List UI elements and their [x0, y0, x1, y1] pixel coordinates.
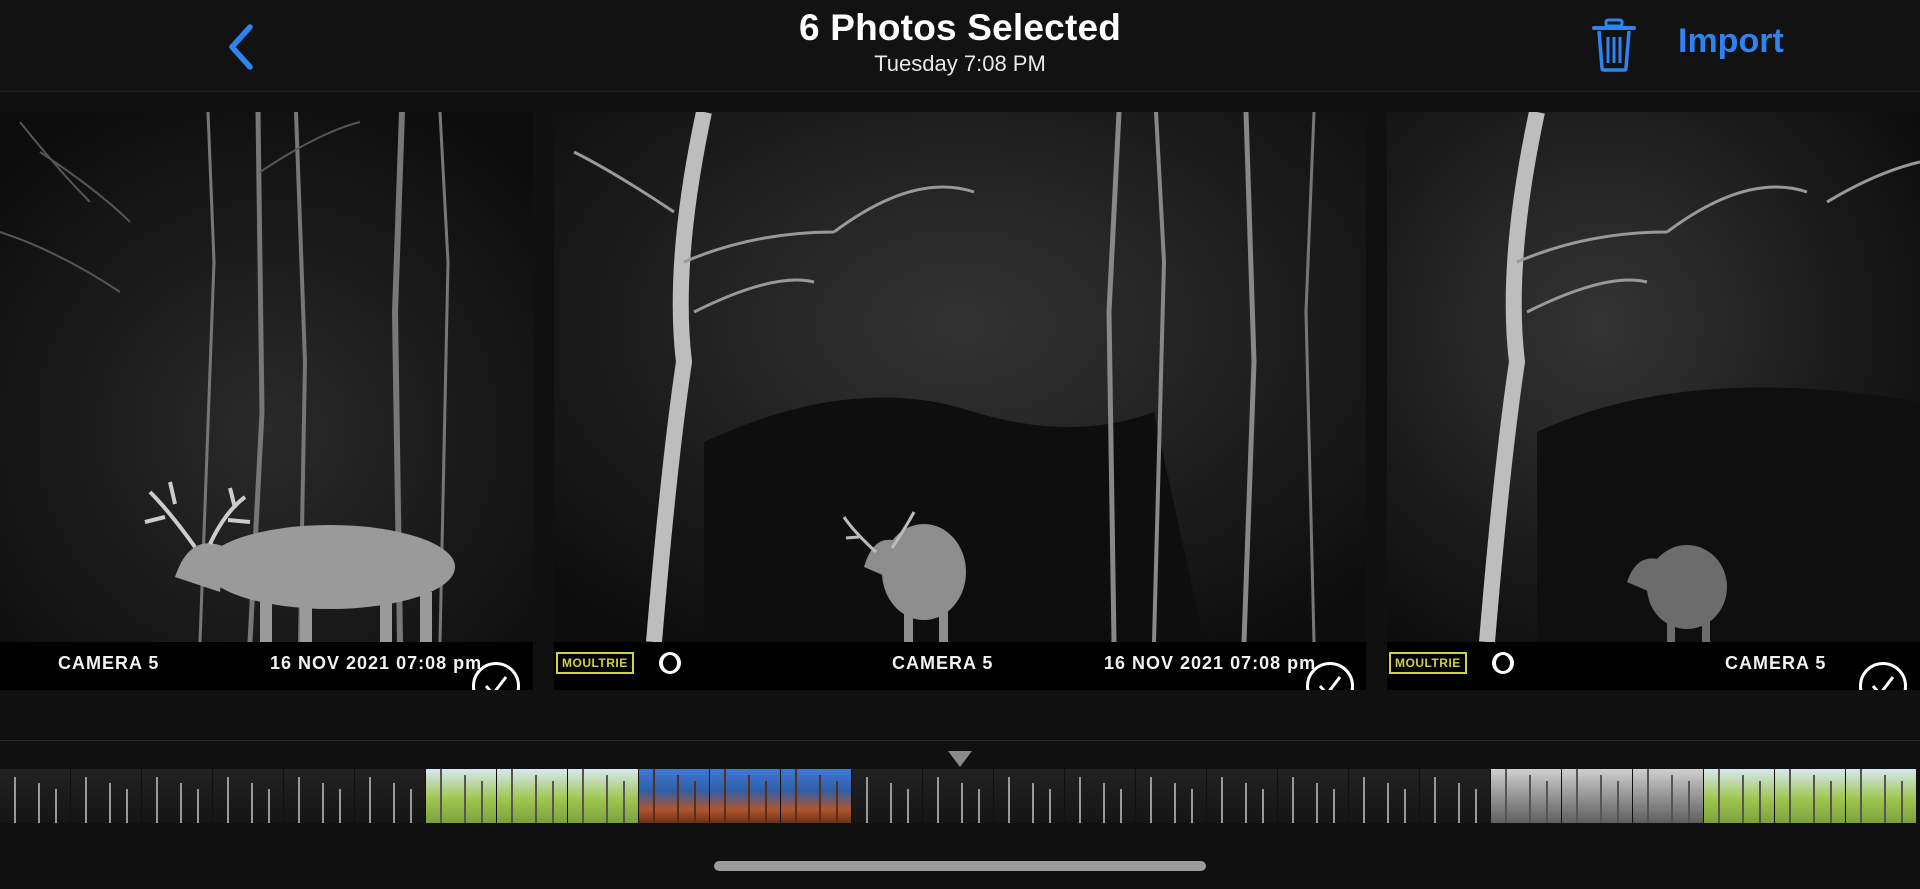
filmstrip-thumbnail[interactable]: [213, 769, 283, 823]
delete-button[interactable]: [1590, 17, 1638, 73]
current-position-indicator: [948, 751, 972, 767]
import-button[interactable]: Import: [1678, 22, 1784, 61]
filmstrip-thumbnail[interactable]: [142, 769, 212, 823]
filmstrip-thumbnail[interactable]: [426, 769, 496, 823]
thumbnail-filmstrip[interactable]: [0, 769, 1920, 823]
photo-card[interactable]: MOULTRIE CAMERA 5: [1387, 112, 1920, 690]
timestamp-label: 16 NOV 2021 07:08 pm: [1104, 653, 1317, 673]
photo-caption: MOULTRIE CAMERA 5 16 NOV 2021 07:08 pm: [554, 642, 1366, 690]
camera-label: CAMERA 5: [1725, 653, 1827, 673]
moon-phase-icon: [659, 652, 681, 674]
filmstrip-thumbnail[interactable]: [568, 769, 638, 823]
filmstrip-thumbnail[interactable]: [1846, 769, 1916, 823]
filmstrip-thumbnail[interactable]: [1491, 769, 1561, 823]
filmstrip-thumbnail[interactable]: [497, 769, 567, 823]
photo-caption: MOULTRIE CAMERA 5: [1387, 642, 1920, 690]
moon-phase-icon: [1492, 652, 1514, 674]
photo-card[interactable]: CAMERA 5 16 NOV 2021 07:08 pm: [0, 112, 533, 690]
filmstrip-thumbnail[interactable]: [1349, 769, 1419, 823]
filmstrip-thumbnail[interactable]: [71, 769, 141, 823]
checkmark-icon: [1871, 676, 1895, 690]
trail-cam-photo: [1387, 112, 1920, 642]
photo-card[interactable]: MOULTRIE CAMERA 5 16 NOV 2021 07:08 pm: [554, 112, 1366, 690]
filmstrip-thumbnail[interactable]: [1065, 769, 1135, 823]
trash-icon: [1592, 18, 1636, 72]
filmstrip-thumbnail[interactable]: [1136, 769, 1206, 823]
top-bar: 6 Photos Selected Tuesday 7:08 PM Import: [0, 0, 1920, 92]
filmstrip-thumbnail[interactable]: [0, 769, 70, 823]
filmstrip-thumbnail[interactable]: [923, 769, 993, 823]
photo-caption: CAMERA 5 16 NOV 2021 07:08 pm: [0, 642, 533, 690]
filmstrip-thumbnail[interactable]: [781, 769, 851, 823]
filmstrip-thumbnail[interactable]: [1278, 769, 1348, 823]
filmstrip-thumbnail[interactable]: [639, 769, 709, 823]
filmstrip-thumbnail[interactable]: [355, 769, 425, 823]
filmstrip-thumbnail[interactable]: [1633, 769, 1703, 823]
filmstrip-thumbnail[interactable]: [1704, 769, 1774, 823]
checkmark-icon: [1318, 676, 1342, 690]
filmstrip-thumbnail[interactable]: [994, 769, 1064, 823]
camera-label: CAMERA 5: [58, 653, 160, 673]
filmstrip-thumbnail[interactable]: [710, 769, 780, 823]
brand-logo: MOULTRIE: [1389, 652, 1467, 674]
trail-cam-photo: [0, 112, 533, 642]
camera-label: CAMERA 5: [892, 653, 994, 673]
chevron-left-icon: [229, 24, 253, 70]
trail-cam-photo: [554, 112, 1366, 642]
filmstrip-thumbnail[interactable]: [1775, 769, 1845, 823]
back-button[interactable]: [222, 22, 262, 72]
checkmark-icon: [484, 676, 508, 690]
filmstrip-thumbnail[interactable]: [1420, 769, 1490, 823]
filmstrip-thumbnail[interactable]: [852, 769, 922, 823]
brand-logo: MOULTRIE: [556, 652, 634, 674]
filmstrip-thumbnail[interactable]: [284, 769, 354, 823]
home-indicator[interactable]: [714, 861, 1206, 871]
timestamp-label: 16 NOV 2021 07:08 pm: [270, 653, 483, 673]
filmstrip-thumbnail[interactable]: [1207, 769, 1277, 823]
filmstrip-thumbnail[interactable]: [1562, 769, 1632, 823]
